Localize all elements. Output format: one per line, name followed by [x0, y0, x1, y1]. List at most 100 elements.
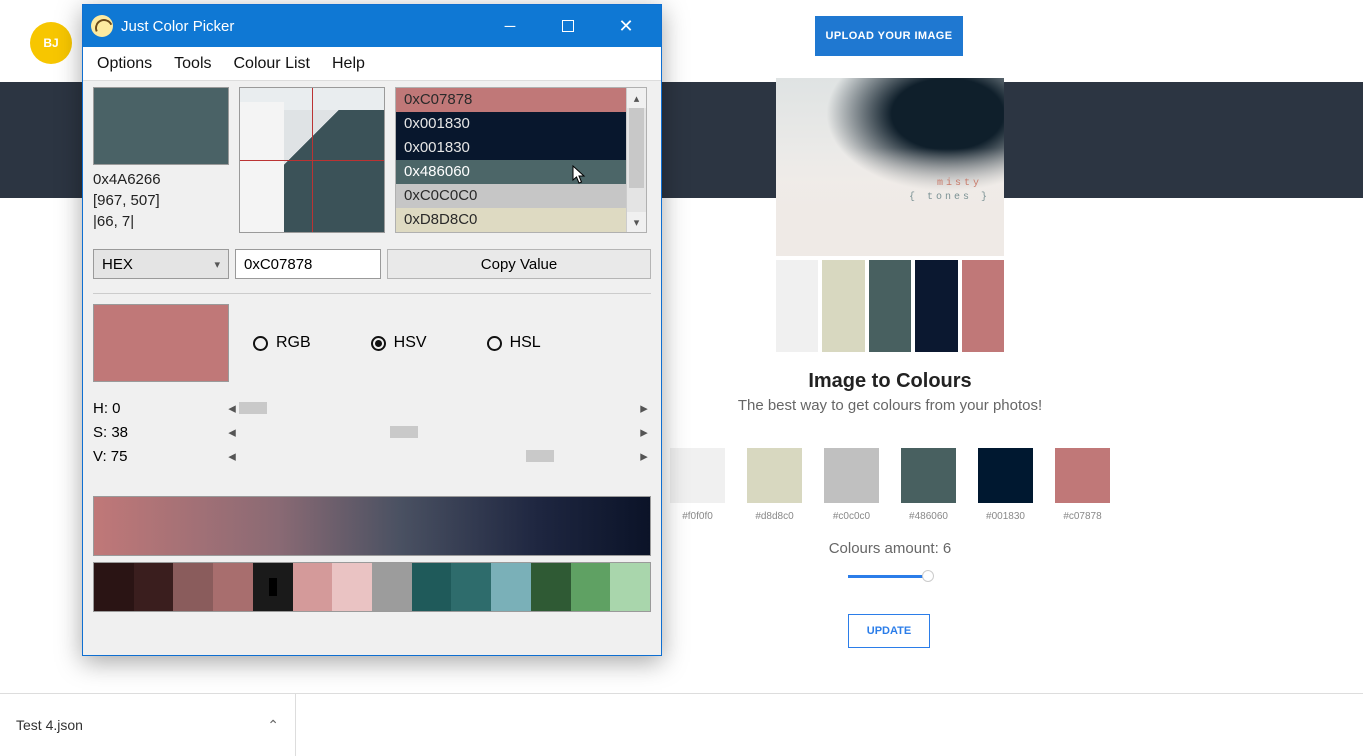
sample-label-2: { tones }: [909, 192, 990, 203]
v-row: V: 75 ◂ ▸: [93, 444, 651, 468]
palette-bar-swatch[interactable]: [610, 563, 650, 611]
zoom-preview: [239, 87, 385, 233]
palette-bar-swatch[interactable]: [531, 563, 571, 611]
palette-bar[interactable]: [93, 562, 651, 612]
file-name: Test 4.json: [16, 717, 83, 733]
radio-hsl[interactable]: HSL: [487, 334, 541, 352]
palette-swatch: [747, 448, 802, 503]
headline-sub: The best way to get colours from your ph…: [670, 397, 1110, 414]
minimize-button[interactable]: ─: [481, 5, 539, 47]
copy-value-button[interactable]: Copy Value: [387, 249, 651, 279]
palette-bar-swatch[interactable]: [451, 563, 491, 611]
scroll-up-icon[interactable]: ▴: [627, 88, 646, 108]
colour-list-row[interactable]: 0x001830: [396, 112, 626, 136]
h-slider[interactable]: [239, 402, 637, 414]
maximize-button[interactable]: [539, 5, 597, 47]
palette-item[interactable]: #486060: [901, 448, 956, 522]
palette-item[interactable]: #f0f0f0: [670, 448, 725, 522]
sample-swatch: [869, 260, 911, 352]
palette-swatch: [978, 448, 1033, 503]
sample-image-card: misty { tones }: [776, 78, 1004, 352]
s-label: S: 38: [93, 424, 225, 441]
s-row: S: 38 ◂ ▸: [93, 420, 651, 444]
palette-bar-swatch[interactable]: [94, 563, 134, 611]
radio-hsv-label: HSV: [394, 334, 427, 352]
radio-rgb[interactable]: RGB: [253, 334, 311, 352]
palette-swatch: [1055, 448, 1110, 503]
menu-colourlist[interactable]: Colour List: [234, 55, 310, 73]
scroll-down-icon[interactable]: ▾: [627, 212, 646, 232]
menu-options[interactable]: Options: [97, 55, 152, 73]
jcp-window: Just Color Picker ─ ✕ Options Tools Colo…: [82, 4, 662, 656]
colours-amount: Colours amount: 6: [670, 540, 1110, 557]
value-input[interactable]: [235, 249, 381, 279]
v-slider[interactable]: [239, 450, 637, 462]
palette-swatch: [824, 448, 879, 503]
current-diff: |66, 7|: [93, 211, 229, 232]
colour-list-row[interactable]: 0xD8D8C0: [396, 208, 626, 232]
jcp-logo-icon: [91, 15, 113, 37]
palette-bar-swatch[interactable]: [372, 563, 412, 611]
radio-hsl-label: HSL: [510, 334, 541, 352]
update-button[interactable]: UPDATE: [848, 614, 930, 648]
colour-list: 0xC078780x0018300x0018300x4860600xC0C0C0…: [395, 87, 647, 233]
palette-bar-swatch[interactable]: [213, 563, 253, 611]
menu-tools[interactable]: Tools: [174, 55, 211, 73]
bottom-bar: Test 4.json ⌃: [0, 693, 1363, 755]
sample-swatch: [776, 260, 818, 352]
s-increase[interactable]: ▸: [637, 423, 651, 441]
palette-row: #f0f0f0 #d8d8c0 #c0c0c0 #486060 #001830 #c078…: [670, 448, 1110, 522]
palette-bar-swatch[interactable]: [571, 563, 611, 611]
colour-list-row[interactable]: 0xC0C0C0: [396, 184, 626, 208]
model-radios: RGB HSV HSL: [253, 334, 541, 352]
current-hex: 0x4A6266: [93, 169, 229, 190]
palette-swatch: [901, 448, 956, 503]
sample-label-1: misty: [937, 178, 982, 189]
palette-bar-swatch[interactable]: [491, 563, 531, 611]
v-increase[interactable]: ▸: [637, 447, 651, 465]
v-decrease[interactable]: ◂: [225, 447, 239, 465]
selected-colour-swatch: [93, 304, 229, 382]
jcp-titlebar[interactable]: Just Color Picker ─ ✕: [83, 5, 661, 47]
upload-image-button[interactable]: UPLOAD YOUR IMAGE: [815, 16, 963, 56]
palette-bar-swatch[interactable]: [134, 563, 174, 611]
palette-bar-swatch[interactable]: [332, 563, 372, 611]
s-slider[interactable]: [239, 426, 637, 438]
download-file-chip[interactable]: Test 4.json ⌃: [0, 694, 296, 756]
chevron-up-icon: ⌃: [267, 717, 279, 734]
h-decrease[interactable]: ◂: [225, 399, 239, 417]
palette-label: #c0c0c0: [824, 511, 879, 522]
colours-amount-slider[interactable]: [848, 570, 932, 582]
colour-list-row[interactable]: 0x486060: [396, 160, 626, 184]
sample-swatch: [822, 260, 864, 352]
palette-item[interactable]: #c07878: [1055, 448, 1110, 522]
palette-item[interactable]: #d8d8c0: [747, 448, 802, 522]
palette-item[interactable]: #c0c0c0: [824, 448, 879, 522]
jcp-menubar: Options Tools Colour List Help: [83, 47, 661, 81]
h-increase[interactable]: ▸: [637, 399, 651, 417]
format-select[interactable]: HEX ▾: [93, 249, 229, 279]
format-select-label: HEX: [102, 256, 133, 273]
gradient-bar[interactable]: [93, 496, 651, 556]
menu-help[interactable]: Help: [332, 55, 365, 73]
palette-bar-swatch[interactable]: [173, 563, 213, 611]
current-colour-swatch: [93, 87, 229, 165]
colour-list-scrollbar[interactable]: ▴ ▾: [626, 88, 646, 232]
sample-swatch: [915, 260, 957, 352]
h-row: H: 0 ◂ ▸: [93, 396, 651, 420]
palette-bar-swatch[interactable]: [412, 563, 452, 611]
close-button[interactable]: ✕: [597, 5, 655, 47]
sample-swatch: [962, 260, 1004, 352]
avatar[interactable]: BJ: [30, 22, 72, 64]
current-coords: [967, 507]: [93, 190, 229, 211]
palette-bar-swatch[interactable]: [293, 563, 333, 611]
headline-title: Image to Colours: [670, 370, 1110, 393]
colour-list-row[interactable]: 0x001830: [396, 136, 626, 160]
h-label: H: 0: [93, 400, 225, 417]
colour-list-row[interactable]: 0xC07878: [396, 88, 626, 112]
palette-item[interactable]: #001830: [978, 448, 1033, 522]
radio-hsv[interactable]: HSV: [371, 334, 427, 352]
palette-bar-swatch[interactable]: [253, 563, 293, 611]
palette-swatch: [670, 448, 725, 503]
s-decrease[interactable]: ◂: [225, 423, 239, 441]
